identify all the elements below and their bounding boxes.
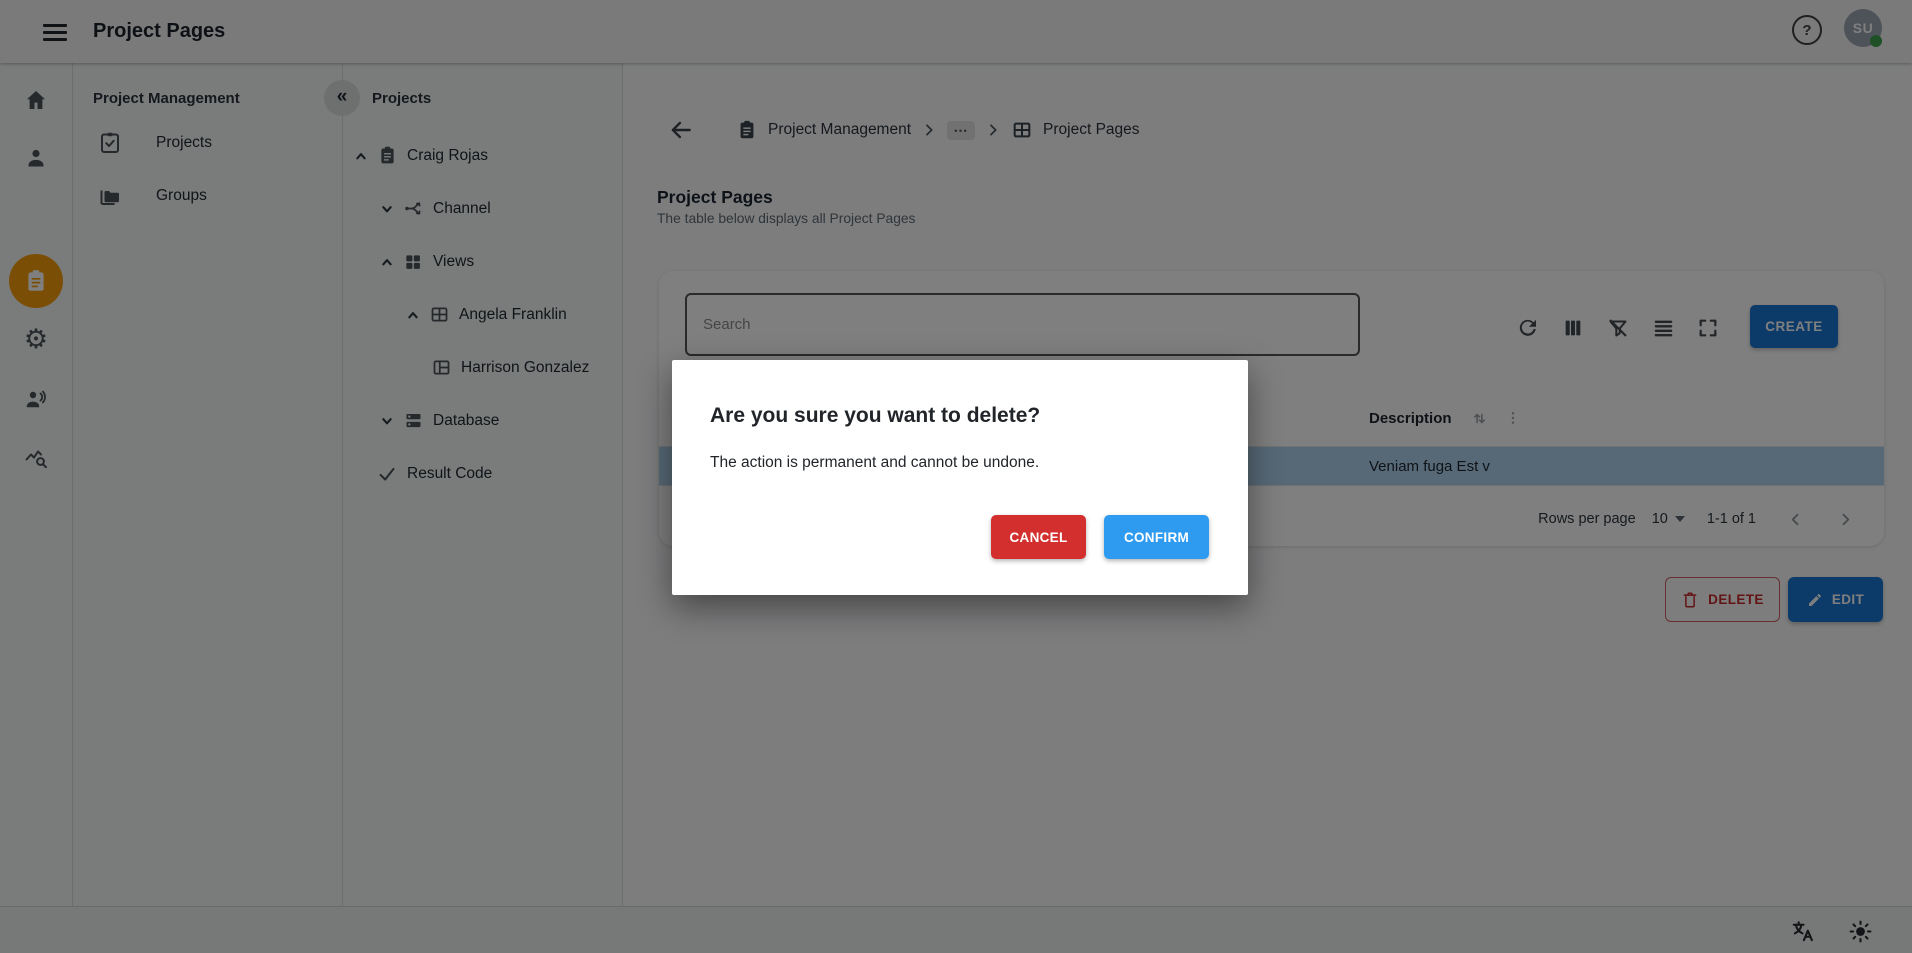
dialog-body: The action is permanent and cannot be un…: [710, 454, 1039, 472]
dialog-title: Are you sure you want to delete?: [710, 404, 1040, 428]
confirm-button[interactable]: CONFIRM: [1104, 515, 1209, 559]
dialog-actions: CANCEL CONFIRM: [991, 515, 1209, 559]
confirm-delete-dialog: Are you sure you want to delete? The act…: [672, 360, 1248, 595]
cancel-button[interactable]: CANCEL: [991, 515, 1086, 559]
